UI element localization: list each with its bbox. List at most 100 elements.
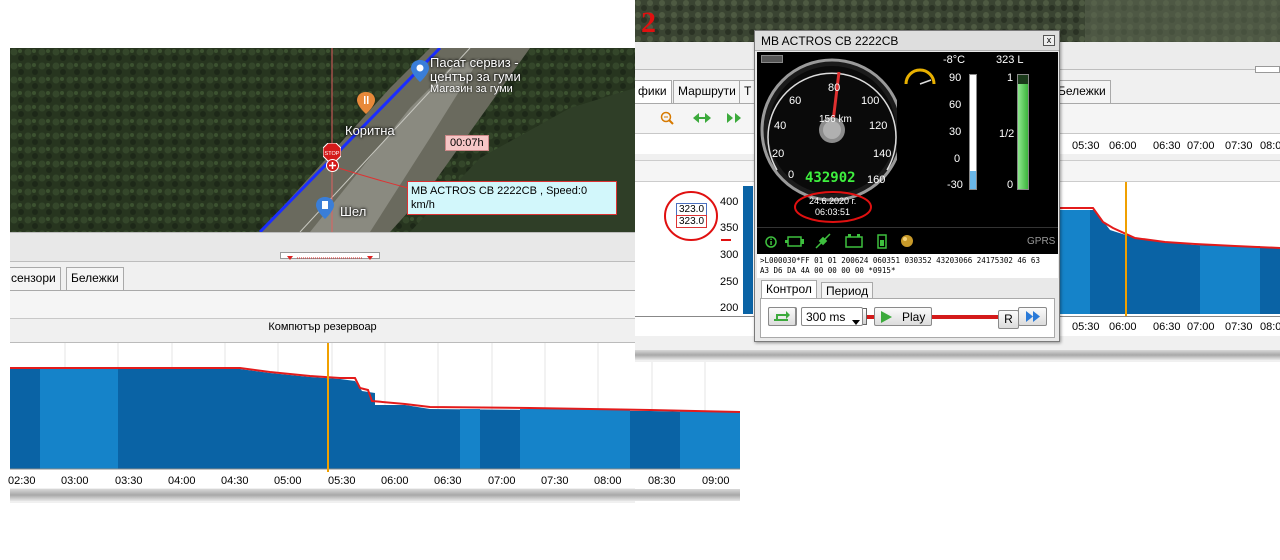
power-level-icon [877, 233, 887, 252]
poi-title: Пасат сервиз - [430, 55, 519, 70]
vehicle-tooltip: MB ACTROS CB 2222CB , Speed:0 km/h [407, 181, 617, 215]
player-title: MB ACTROS CB 2222CB [755, 31, 1059, 51]
station-name: Шел [340, 204, 367, 219]
play-button[interactable]: Play [874, 307, 932, 326]
temperature-fill [970, 171, 976, 189]
play-label: Play [902, 310, 926, 324]
close-icon[interactable]: x [1043, 35, 1055, 46]
time-label-top: 08:00 [1260, 140, 1280, 152]
player-window[interactable]: MB ACTROS CB 2222CB x 0 20 40 60 80 100 … [754, 30, 1060, 342]
play-icon [881, 311, 892, 326]
place-name: Коритна [345, 123, 395, 138]
temp-scale: 0 [954, 153, 961, 165]
time-label-top: 06:30 [1153, 140, 1181, 152]
fuel-graph[interactable] [10, 342, 740, 473]
time-label: 08:00 [594, 475, 622, 487]
speedo-tick: 60 [789, 95, 802, 107]
restaurant-pin-icon[interactable] [357, 92, 375, 114]
time-label: 07:30 [541, 475, 569, 487]
fuel-station-pin-icon[interactable] [316, 197, 334, 219]
status-icons: GPRS [757, 227, 1058, 254]
time-label-bottom: 07:30 [1225, 321, 1253, 333]
stop-sign-text: STOP [325, 151, 340, 157]
info-icon [765, 236, 777, 251]
tooltip-line2: km/h [411, 199, 435, 211]
fuel-fill [1018, 84, 1028, 189]
tab-notes[interactable]: Бележки [66, 267, 124, 290]
time-label: 06:00 [381, 475, 409, 487]
time-label: 07:00 [488, 475, 516, 487]
tab-bar: сензори Бележки [10, 265, 635, 291]
time-label: 02:30 [8, 475, 36, 487]
dashboard: 0 20 40 60 80 100 120 140 160 156 km 432… [757, 52, 1058, 254]
zoom-fit-icon[interactable] [727, 112, 745, 127]
time-label: 05:00 [274, 475, 302, 487]
zoom-out-icon[interactable] [660, 111, 674, 128]
speedo-tick: 40 [774, 120, 787, 132]
temperature-bar [969, 74, 977, 190]
toolbar-strip [10, 291, 635, 319]
temp-scale: 90 [949, 72, 962, 84]
speedo-tick: 20 [772, 148, 785, 160]
time-label-bottom: 07:00 [1187, 321, 1215, 333]
speedo-tick: 0 [788, 169, 795, 181]
horizontal-scrollbar[interactable] [10, 489, 740, 501]
time-label: 08:30 [648, 475, 676, 487]
time-label-top: 07:30 [1225, 140, 1253, 152]
fast-forward-button[interactable] [1018, 307, 1047, 326]
fast-forward-icon [1026, 311, 1040, 322]
speed-select[interactable]: 300 ms [801, 307, 863, 326]
satellite-icon [815, 233, 831, 252]
connection-type: GPRS [1027, 236, 1056, 247]
speedo-tick: 140 [873, 148, 892, 160]
tab-control[interactable]: Контрол [761, 280, 817, 298]
map-splitter[interactable] [10, 232, 635, 262]
raw-data: >L000030*FF 01 01 200624 060351 030352 4… [757, 254, 1058, 278]
tooltip-line1: MB ACTROS CB 2222CB , Speed:0 [411, 185, 588, 197]
speedo-tick: 100 [861, 95, 880, 107]
status-light-icon [899, 233, 915, 252]
poi-category: Магазин за гуми [430, 83, 513, 95]
chevron-down-icon [852, 314, 860, 328]
time-label-bottom: 05:30 [1072, 321, 1100, 333]
time-label: 03:00 [61, 475, 89, 487]
time-label: 06:30 [434, 475, 462, 487]
time-label: 05:30 [328, 475, 356, 487]
odometer: 432902 [805, 170, 856, 186]
time-label-top: 05:30 [1072, 140, 1100, 152]
fuel-bar [1017, 74, 1029, 190]
time-label-top: 06:00 [1109, 140, 1137, 152]
map-pin-icon[interactable] [411, 60, 429, 82]
annotation-number: 2 [641, 6, 656, 39]
fuel-graph-svg [10, 343, 740, 473]
time-label: 04:00 [168, 475, 196, 487]
fuel-scale: 1 [1007, 72, 1014, 84]
tab-routes[interactable]: Маршрути [673, 80, 741, 103]
speed-unit: 156 km [819, 114, 852, 125]
horizontal-scrollbar-right[interactable] [635, 350, 1280, 360]
satellite-map[interactable]: Пасат сервиз - център за гуми Магазин за… [10, 48, 635, 232]
graph-title: Компютър резервоар [268, 321, 377, 333]
pan-arrows-icon[interactable] [693, 112, 711, 127]
fuel-liters: 323 L [996, 54, 1024, 66]
vehicle-marker-icon[interactable] [326, 159, 339, 172]
speedo-tick: 120 [869, 120, 888, 132]
temp-scale: 60 [949, 99, 962, 111]
raw-line2: A3 D6 DA 4A 00 00 00 00 *0915* [760, 266, 896, 275]
fuel-scale: 0 [1007, 179, 1014, 191]
speedo-tick: 160 [867, 174, 886, 186]
splitter-grip[interactable] [280, 252, 380, 260]
battery-icon [845, 234, 863, 251]
loop-button[interactable] [768, 307, 796, 326]
time-axis-left: 02:30 03:00 03:30 04:00 04:30 05:00 05:3… [8, 472, 740, 488]
reset-button[interactable]: R [998, 310, 1019, 329]
tab-graphics[interactable]: фики [635, 80, 672, 103]
poi-subtitle: център за гуми [430, 69, 521, 84]
tab-sensors[interactable]: сензори [10, 267, 61, 290]
time-label-top: 07:00 [1187, 140, 1215, 152]
time-label: 03:30 [115, 475, 143, 487]
tab-notes-right[interactable]: Бележки [1053, 80, 1111, 103]
speed-select-value: 300 ms [806, 310, 846, 324]
splitter-grip-right[interactable] [1255, 66, 1280, 73]
loop-icon [774, 311, 790, 321]
